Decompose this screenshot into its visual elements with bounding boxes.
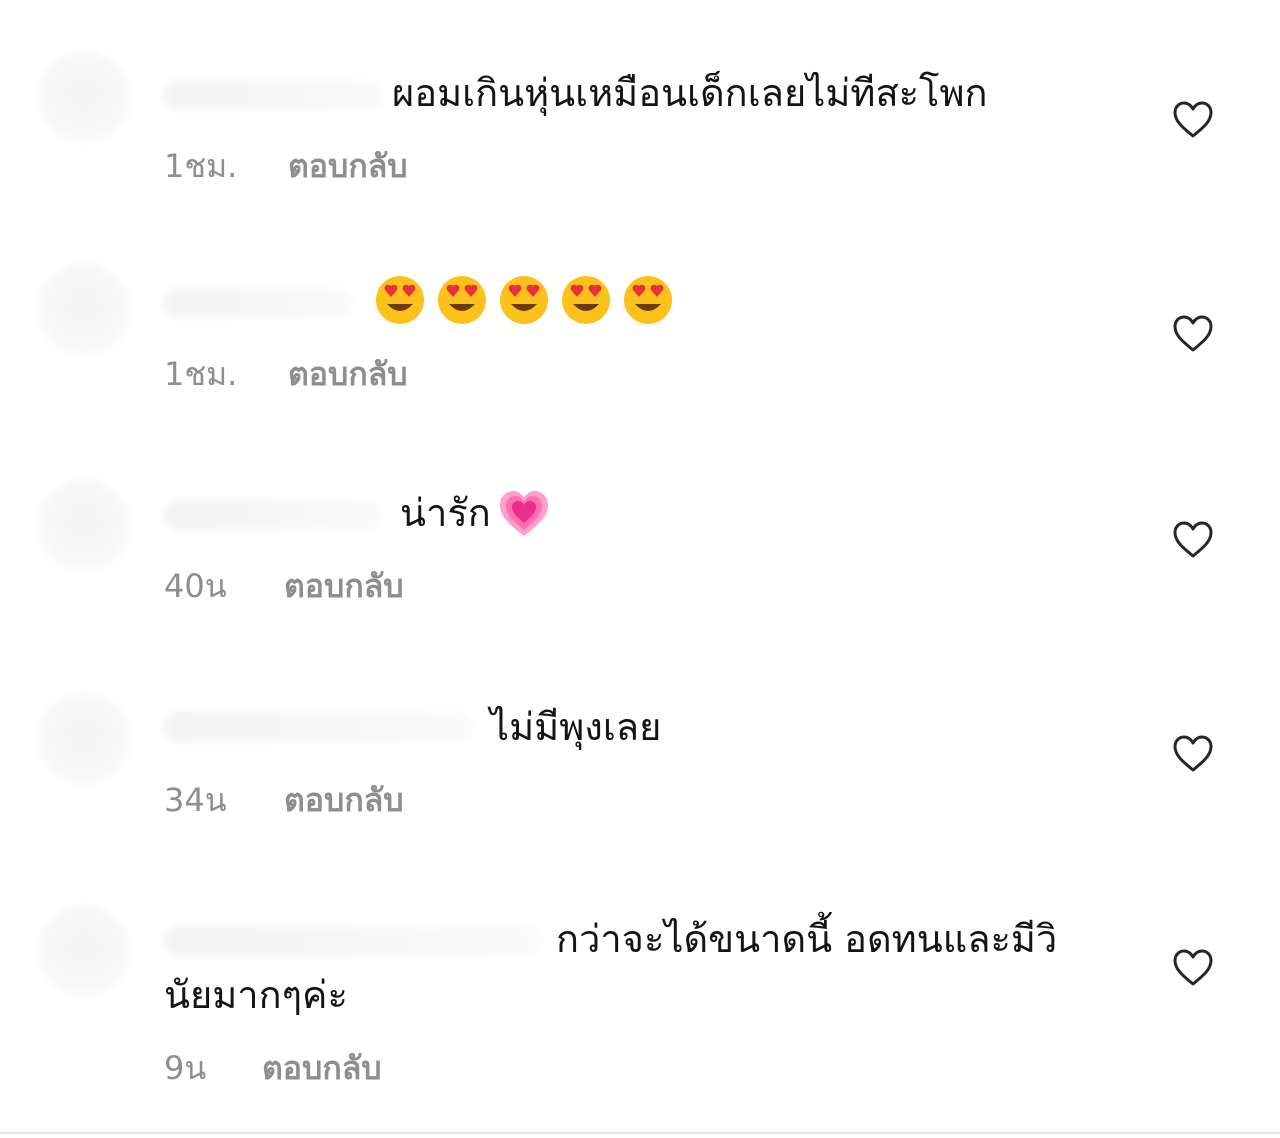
- avatar[interactable]: [36, 262, 132, 358]
- reply-button[interactable]: ตอบกลับ: [284, 780, 404, 820]
- heart-eyes-emoji: [500, 276, 548, 324]
- comment-time: 9น: [164, 1049, 207, 1087]
- heart-eyes-emoji: [376, 276, 424, 324]
- heart-eyes-emoji: [438, 276, 486, 324]
- comment-meta: 34น ตอบกลับ: [164, 780, 404, 820]
- comment-text: ไม่มีพุงเลย: [490, 705, 662, 749]
- comment-time: 1ชม.: [164, 355, 238, 393]
- avatar[interactable]: [36, 50, 132, 146]
- avatar[interactable]: [36, 478, 132, 574]
- username-redacted[interactable]: [164, 712, 474, 742]
- reply-button[interactable]: ตอบกลับ: [284, 566, 404, 606]
- username-redacted[interactable]: [164, 288, 354, 318]
- growing-heart-emoji: [500, 491, 548, 536]
- comment-text: น่ารัก: [400, 491, 491, 535]
- avatar[interactable]: [36, 904, 132, 1000]
- comment-text: กว่าจะได้ขนาดนี้ อดทนและมีวิ: [556, 917, 1058, 961]
- heart-outline-icon[interactable]: [1172, 314, 1214, 354]
- comment-meta: 9น ตอบกลับ: [164, 1048, 382, 1088]
- heart-outline-icon[interactable]: [1172, 520, 1214, 560]
- comment-text: ผอมเกินหุ่นเหมือนเด็กเลยไม่ทีสะโพก: [392, 71, 988, 115]
- comment-meta: 1ชม. ตอบกลับ: [164, 146, 408, 186]
- comment-meta: 40น ตอบกลับ: [164, 566, 404, 606]
- heart-outline-icon[interactable]: [1172, 948, 1214, 988]
- reply-button[interactable]: ตอบกลับ: [288, 354, 408, 394]
- heart-outline-icon[interactable]: [1172, 734, 1214, 774]
- comment-time: 1ชม.: [164, 147, 238, 185]
- comment-text-continued: นัยมากๆค่ะ: [164, 973, 348, 1017]
- reply-button[interactable]: ตอบกลับ: [262, 1048, 382, 1088]
- avatar[interactable]: [36, 692, 132, 788]
- username-redacted[interactable]: [164, 926, 544, 956]
- emoji-row: [374, 274, 674, 326]
- heart-eyes-emoji: [562, 276, 610, 324]
- reply-button[interactable]: ตอบกลับ: [288, 146, 408, 186]
- comment-time: 34น: [164, 781, 227, 819]
- username-redacted[interactable]: [164, 500, 384, 530]
- comment-meta: 1ชม. ตอบกลับ: [164, 354, 408, 394]
- username-redacted[interactable]: [164, 80, 384, 110]
- heart-eyes-emoji: [624, 276, 672, 324]
- heart-outline-icon[interactable]: [1172, 100, 1214, 140]
- comment-time: 40น: [164, 567, 227, 605]
- divider: [0, 1132, 1280, 1134]
